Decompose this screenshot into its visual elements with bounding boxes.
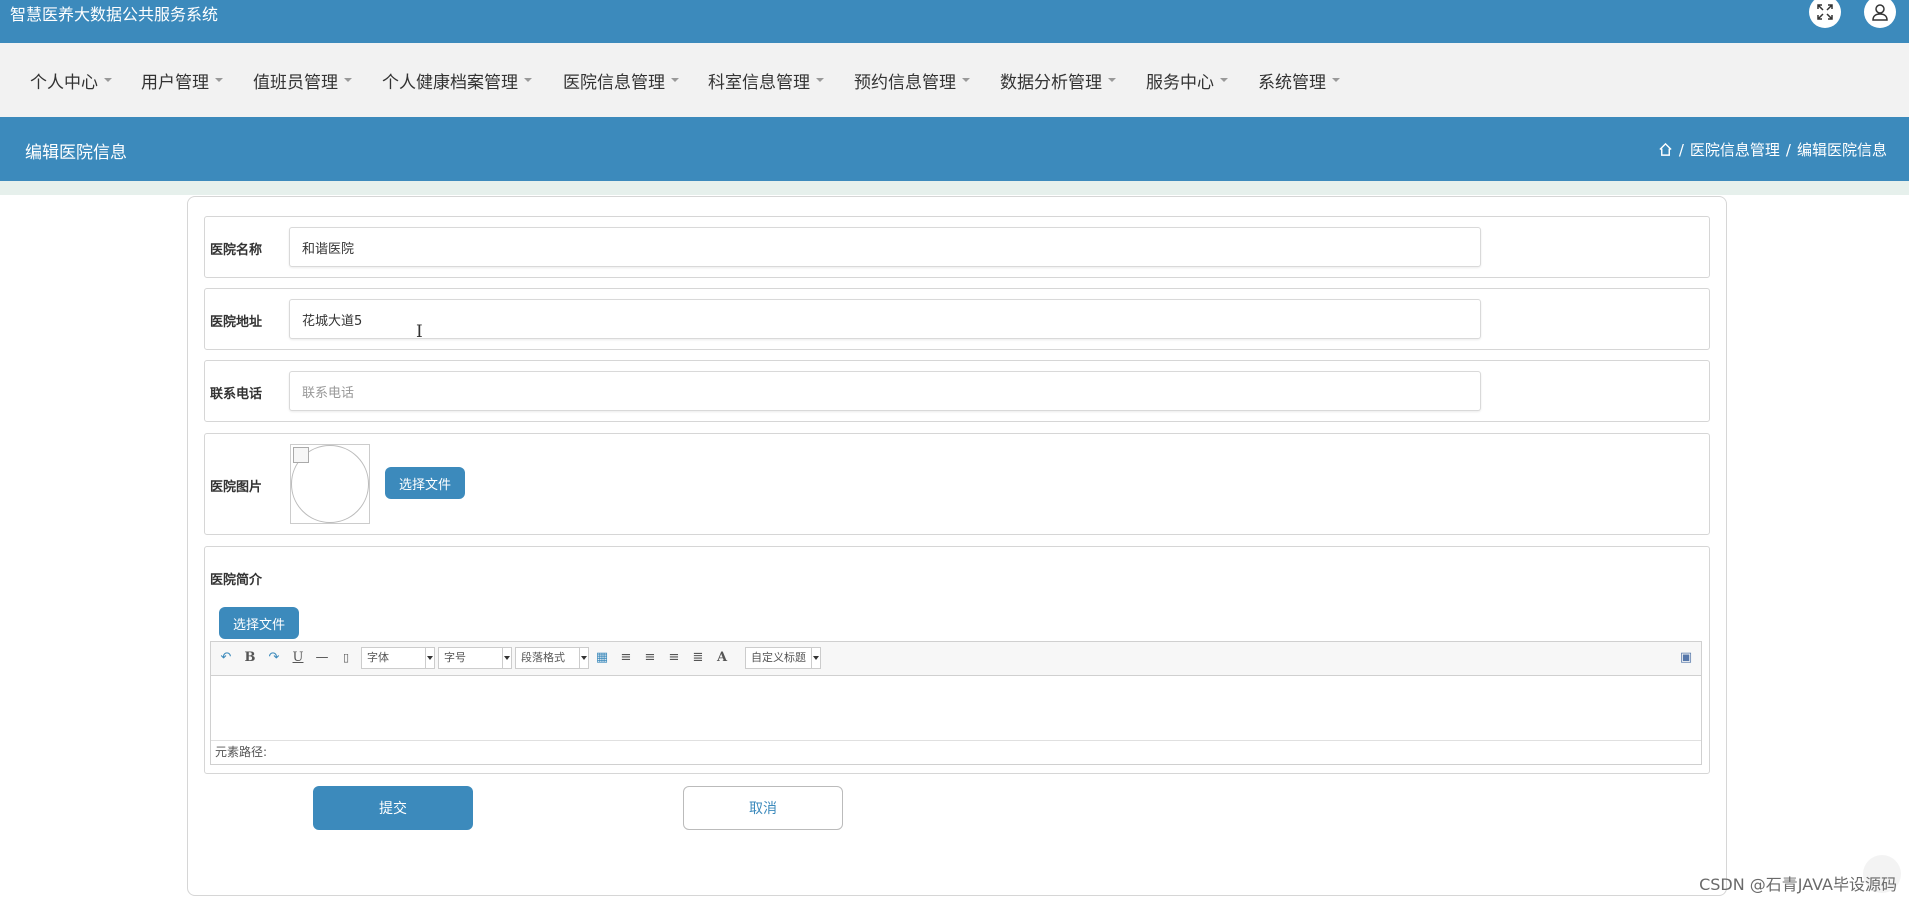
phone-input[interactable]: 联系电话 <box>289 371 1481 411</box>
menu-service-center[interactable]: 服务中心 <box>1146 43 1228 117</box>
undo-icon[interactable]: ↶ <box>217 649 235 667</box>
redo-icon[interactable]: ↷ <box>265 649 283 667</box>
broken-image-icon <box>293 447 309 463</box>
page-header: 编辑医院信息 / 医院信息管理 / 编辑医院信息 <box>0 117 1909 181</box>
chevron-down-icon <box>671 78 679 82</box>
image-upload-button[interactable]: 选择文件 <box>385 467 465 499</box>
table-icon[interactable]: ▦ <box>593 649 611 667</box>
chevron-down-icon <box>1332 78 1340 82</box>
menu-duty-officer[interactable]: 值班员管理 <box>253 43 352 117</box>
fullscreen-editor-icon[interactable]: ▣ <box>1677 649 1695 667</box>
form-row-name: 医院名称 和谐医院 <box>204 216 1710 278</box>
chevron-down-icon <box>215 78 223 82</box>
breadcrumb: / 医院信息管理 / 编辑医院信息 <box>1658 139 1887 160</box>
watermark: CSDN @石青JAVA毕设源码 <box>1699 875 1897 894</box>
menu-user-management[interactable]: 用户管理 <box>141 43 223 117</box>
menu-personal-center[interactable]: 个人中心 <box>30 43 112 117</box>
page-icon[interactable]: ▯ <box>337 649 355 667</box>
paragraph-format-select[interactable]: 段落格式 <box>515 647 589 669</box>
breadcrumb-current: 编辑医院信息 <box>1796 141 1887 159</box>
fullscreen-icon[interactable] <box>1809 0 1841 28</box>
align-justify-icon[interactable]: ≣ <box>689 649 707 667</box>
image-label: 医院图片 <box>210 480 263 495</box>
chevron-down-icon <box>425 648 434 668</box>
menu-health-records[interactable]: 个人健康档案管理 <box>382 43 532 117</box>
name-label: 医院名称 <box>210 243 263 258</box>
breadcrumb-hospital-info[interactable]: 医院信息管理 <box>1690 139 1780 160</box>
horizontal-rule-icon[interactable]: — <box>313 649 331 667</box>
menu-data-analysis[interactable]: 数据分析管理 <box>1000 43 1116 117</box>
menu-appointment-info[interactable]: 预约信息管理 <box>854 43 970 117</box>
custom-title-select[interactable]: 自定义标题 <box>745 647 821 669</box>
cancel-button[interactable]: 取消 <box>683 786 843 830</box>
form-row-address: 医院地址 花城大道5 <box>204 288 1710 350</box>
editor-toolbar: ↶ B ↷ U — ▯ 字体 字号 段落格式 ▦ ≡ ≡ ≡ ≣ A 自定义标题… <box>211 642 1701 676</box>
chevron-down-icon <box>502 648 511 668</box>
divider <box>0 181 1909 195</box>
intro-upload-button[interactable]: 选择文件 <box>219 607 299 639</box>
intro-label: 医院简介 <box>210 573 263 588</box>
align-left-icon[interactable]: ≡ <box>617 649 635 667</box>
submit-button[interactable]: 提交 <box>313 786 473 830</box>
chevron-down-icon <box>816 78 824 82</box>
underline-icon[interactable]: U <box>289 649 307 667</box>
form-row-image: 医院图片 选择文件 <box>204 433 1710 535</box>
chevron-down-icon <box>1220 78 1228 82</box>
hospital-address-input[interactable]: 花城大道5 <box>289 299 1481 339</box>
chevron-down-icon <box>344 78 352 82</box>
chevron-down-icon <box>104 78 112 82</box>
menu-department-info[interactable]: 科室信息管理 <box>708 43 824 117</box>
bold-icon[interactable]: B <box>241 649 259 667</box>
element-path: 元素路径: <box>211 740 1701 764</box>
home-icon[interactable] <box>1658 142 1673 157</box>
form-row-intro: 医院简介 选择文件 ↶ B ↷ U — ▯ 字体 字号 段落格式 ▦ ≡ ≡ ≡… <box>204 546 1710 774</box>
top-bar: 智慧医养大数据公共服务系统 <box>0 0 1909 43</box>
menu-hospital-info[interactable]: 医院信息管理 <box>563 43 679 117</box>
chevron-down-icon <box>524 78 532 82</box>
chevron-down-icon <box>579 648 588 668</box>
font-color-icon[interactable]: A <box>713 649 731 667</box>
phone-label: 联系电话 <box>210 387 263 402</box>
align-center-icon[interactable]: ≡ <box>665 649 683 667</box>
form-row-phone: 联系电话 联系电话 <box>204 360 1710 422</box>
menu-system-management[interactable]: 系统管理 <box>1258 43 1340 117</box>
image-preview <box>290 444 370 524</box>
font-family-select[interactable]: 字体 <box>361 647 435 669</box>
hospital-name-input[interactable]: 和谐医院 <box>289 227 1481 267</box>
chevron-down-icon <box>1108 78 1116 82</box>
page-title: 编辑医院信息 <box>25 143 127 163</box>
address-label: 医院地址 <box>210 315 263 330</box>
rich-text-editor: ↶ B ↷ U — ▯ 字体 字号 段落格式 ▦ ≡ ≡ ≡ ≣ A 自定义标题… <box>210 641 1702 765</box>
text-cursor-icon: I <box>416 322 423 342</box>
chevron-down-icon <box>962 78 970 82</box>
align-right-icon[interactable]: ≡ <box>641 649 659 667</box>
main-menu: 个人中心 用户管理 值班员管理 个人健康档案管理 医院信息管理 科室信息管理 预… <box>0 43 1909 117</box>
user-icon[interactable] <box>1864 0 1896 28</box>
editor-content-area[interactable] <box>211 676 1701 740</box>
chevron-down-icon <box>811 648 820 668</box>
app-title: 智慧医养大数据公共服务系统 <box>10 5 219 24</box>
font-size-select[interactable]: 字号 <box>438 647 512 669</box>
